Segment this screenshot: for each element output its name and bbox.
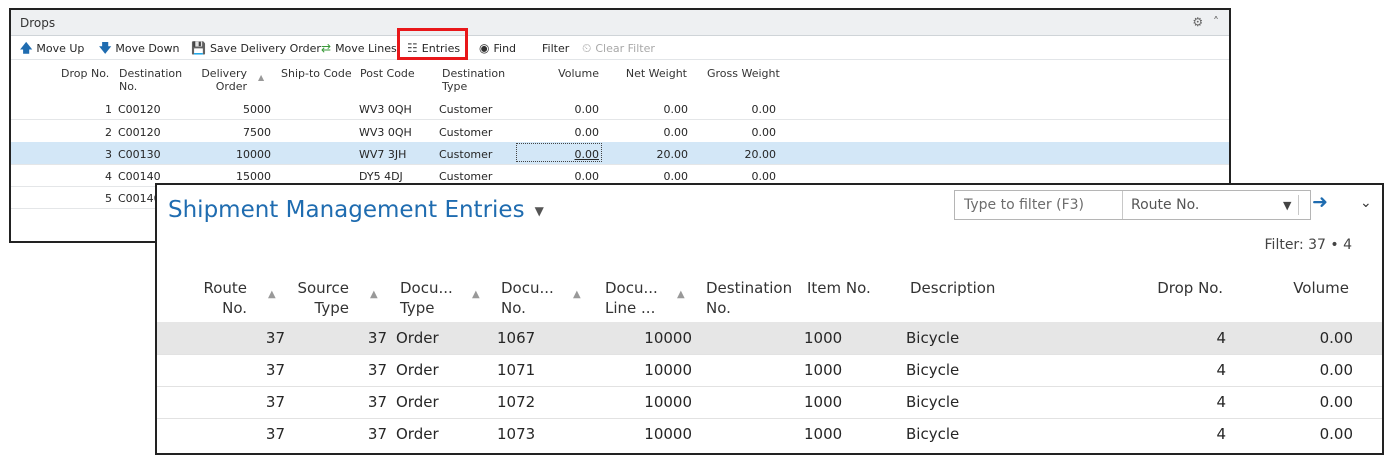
col-destination-no[interactable]: Destination No. (119, 67, 182, 93)
filter-field-select[interactable]: Route No. (1131, 197, 1199, 213)
binoculars-icon: ◉ (479, 41, 490, 55)
arrow-up-icon: 🡅 (20, 41, 33, 55)
drops-title: Drops (20, 16, 56, 30)
shipment-management-entries-window: Shipment Management Entries▼ Route No. ▼… (155, 183, 1384, 455)
col-item-no[interactable]: Item No. (807, 278, 871, 298)
sort-asc-icon: ▲ (370, 289, 378, 300)
filter-input[interactable] (955, 191, 1123, 219)
page-title[interactable]: Shipment Management Entries ▼ (168, 197, 544, 223)
col-route-no[interactable]: Route No. (185, 278, 247, 318)
sort-asc-icon: ▲ (258, 73, 265, 82)
clear-filter-button[interactable]: ⏲ Clear Filter (582, 42, 655, 55)
arrow-right-icon[interactable]: ➜ (1312, 191, 1328, 213)
table-row-selected[interactable]: 37 37 Order 1067 10000 1000 Bicycle 4 0.… (157, 322, 1382, 355)
col-drop-no[interactable]: Drop No. (1117, 278, 1223, 298)
save-delivery-order-button[interactable]: 💾 Save Delivery Order (191, 42, 321, 55)
drops-action-bar: 🡅 Move Up 🡇 Move Down 💾 Save Delivery Order… (11, 37, 1229, 60)
filter-button[interactable]: Filter (542, 42, 569, 55)
drops-titlebar: Drops ⚙ ˄ (11, 10, 1229, 36)
caret-down-icon[interactable]: ▼ (1283, 199, 1291, 212)
sort-asc-icon: ▲ (573, 289, 581, 300)
move-up-button[interactable]: 🡅 Move Up (20, 42, 84, 55)
col-volume[interactable]: Volume (531, 67, 599, 80)
gear-icon[interactable]: ⚙ (1192, 15, 1203, 29)
col-drop-no[interactable]: Drop No. (61, 67, 109, 80)
clear-filter-icon: ⏲ (582, 41, 592, 55)
save-icon: 💾 (191, 41, 206, 55)
filter-info: Filter: 37 • 4 (1264, 237, 1352, 253)
col-destination-type[interactable]: Destination Type (442, 67, 505, 93)
col-volume[interactable]: Volume (1247, 278, 1349, 298)
col-source-type[interactable]: Source Type (285, 278, 349, 318)
table-row[interactable]: 37 37 Order 1071 10000 1000 Bicycle 4 0.… (157, 354, 1382, 387)
swap-arrows-icon: ⇄ (321, 41, 332, 55)
col-document-no[interactable]: Docu... No. (501, 278, 554, 318)
chevron-up-icon[interactable]: ˄ (1213, 15, 1219, 29)
col-gross-weight[interactable]: Gross Weight (707, 67, 780, 80)
col-post-code[interactable]: Post Code (360, 67, 415, 80)
col-destination-no[interactable]: Destination No. (706, 278, 792, 318)
entries-highlight-box (397, 28, 468, 60)
col-delivery-order[interactable]: Delivery Order (199, 67, 247, 93)
filter-separator (1298, 195, 1299, 215)
caret-down-icon[interactable]: ▼ (535, 204, 544, 218)
sort-asc-icon: ▲ (472, 289, 480, 300)
col-document-line-no[interactable]: Docu... Line ... (605, 278, 658, 318)
col-net-weight[interactable]: Net Weight (611, 67, 687, 80)
table-row[interactable]: 1 C00120 5000 WV3 0QH Customer 0.00 0.00… (11, 97, 1229, 120)
chevron-down-icon[interactable]: ⌄ (1360, 195, 1372, 211)
table-row[interactable]: 37 37 Order 1072 10000 1000 Bicycle 4 0.… (157, 386, 1382, 419)
find-button[interactable]: ◉ Find (479, 42, 516, 55)
drops-window-tools: ⚙ ˄ (1186, 15, 1219, 29)
table-row[interactable]: 2 C00120 7500 WV3 0QH Customer 0.00 0.00… (11, 120, 1229, 143)
arrow-down-icon: 🡇 (99, 41, 112, 55)
table-row-selected[interactable]: 3 C00130 10000 WV7 3JH Customer 0.00 20.… (11, 142, 1229, 165)
col-ship-to-code[interactable]: Ship-to Code (281, 67, 352, 80)
move-lines-button[interactable]: ⇄ Move Lines (321, 42, 397, 55)
sort-asc-icon: ▲ (268, 289, 276, 300)
filter-box: Route No. ▼ (954, 190, 1311, 220)
table-row[interactable]: 37 37 Order 1073 10000 1000 Bicycle 4 0.… (157, 418, 1382, 450)
col-document-type[interactable]: Docu... Type (400, 278, 453, 318)
col-description[interactable]: Description (910, 278, 995, 298)
sort-asc-icon: ▲ (677, 289, 685, 300)
move-down-button[interactable]: 🡇 Move Down (99, 42, 180, 55)
